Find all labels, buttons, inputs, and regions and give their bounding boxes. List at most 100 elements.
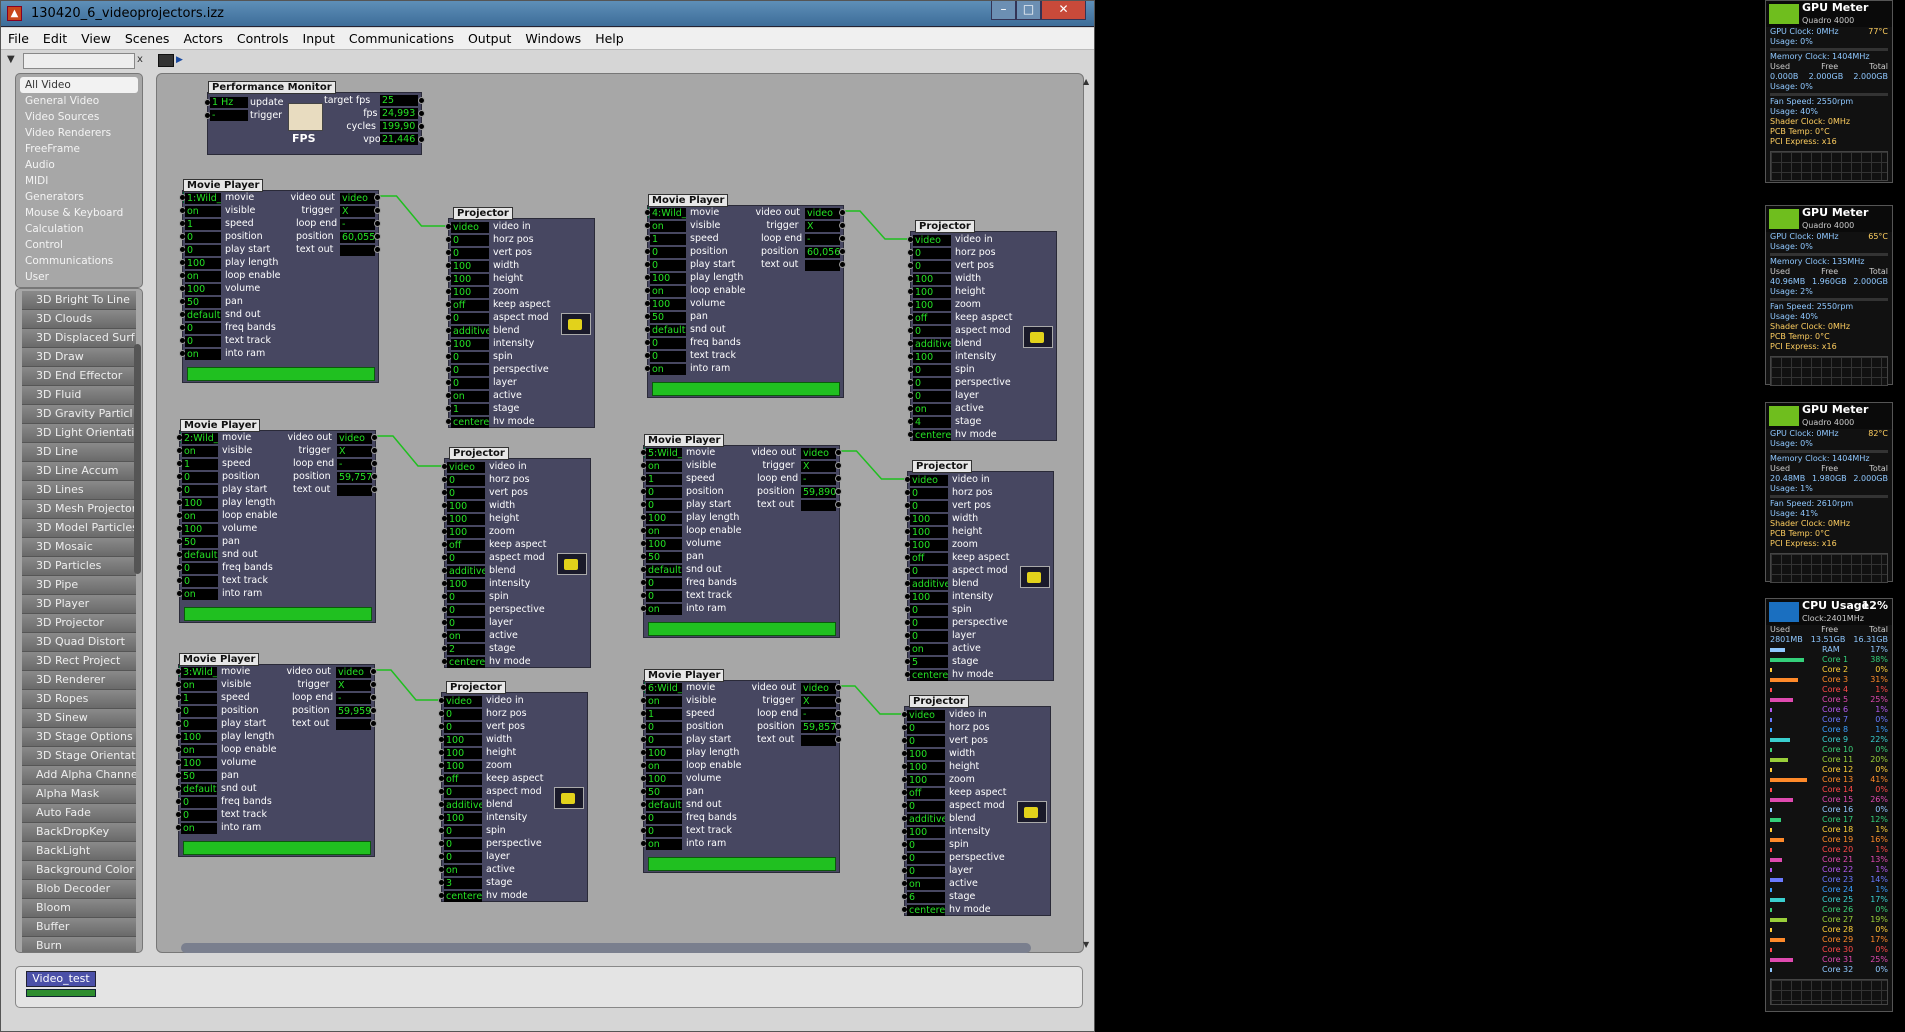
input-value[interactable]: default xyxy=(182,550,218,561)
input-value[interactable]: 5 xyxy=(910,657,948,668)
menu-windows[interactable]: Windows xyxy=(518,28,588,50)
scene-tab[interactable]: Video_test xyxy=(26,971,96,987)
projector-actor[interactable]: Projector video video in 0 horz pos 0 vert pos… xyxy=(904,460,1054,681)
input-value[interactable]: 5:Wild_ xyxy=(646,448,682,459)
play-arrow-icon[interactable]: ▶ xyxy=(176,55,183,65)
actor-list-item[interactable]: BackDropKey xyxy=(22,823,136,842)
actor-list-item[interactable]: 3D Fluid xyxy=(22,386,136,405)
title-bar[interactable]: ▲ 130420_6_videoprojectors.izz – □ ✕ xyxy=(1,1,1094,27)
category-mouse-keyboard[interactable]: Mouse & Keyboard xyxy=(20,205,138,221)
minimize-button[interactable]: – xyxy=(991,1,1016,20)
category-midi[interactable]: MIDI xyxy=(20,173,138,189)
input-value[interactable]: 100 xyxy=(447,514,485,525)
input-value[interactable]: 0 xyxy=(447,475,485,486)
menu-scenes[interactable]: Scenes xyxy=(118,28,177,50)
output-value[interactable] xyxy=(801,735,836,746)
category-video-sources[interactable]: Video Sources xyxy=(20,109,138,125)
input-value[interactable]: on xyxy=(181,680,217,691)
input-value[interactable]: on xyxy=(185,271,221,282)
input-value[interactable]: 100 xyxy=(913,274,951,285)
input-value[interactable]: on xyxy=(907,879,945,890)
output-value[interactable]: X xyxy=(340,206,375,217)
input-value[interactable]: 4:Wild_ xyxy=(650,208,686,219)
output-port[interactable] xyxy=(835,449,842,456)
output-value[interactable]: X xyxy=(805,221,840,232)
input-value[interactable]: video xyxy=(907,710,945,721)
input-value[interactable]: additive xyxy=(444,800,482,811)
actor-list-item[interactable]: 3D Ropes xyxy=(22,690,136,709)
input-value[interactable]: 0 xyxy=(185,323,221,334)
output-port[interactable] xyxy=(370,681,377,688)
output-value[interactable]: video xyxy=(336,667,371,678)
input-value[interactable]: 0 xyxy=(650,260,686,271)
input-value[interactable]: 0 xyxy=(182,485,218,496)
input-value[interactable]: 0 xyxy=(181,719,217,730)
menu-view[interactable]: View xyxy=(74,28,118,50)
input-value[interactable]: 1 xyxy=(646,474,682,485)
input-value[interactable]: additive xyxy=(913,339,951,350)
category-all-video[interactable]: All Video xyxy=(20,77,138,93)
input-value[interactable]: 100 xyxy=(646,513,682,524)
input-value[interactable]: 0 xyxy=(451,365,489,376)
input-value[interactable]: additive xyxy=(910,579,948,590)
input-value[interactable]: 0 xyxy=(447,618,485,629)
input-value[interactable]: 100 xyxy=(182,524,218,535)
output-value[interactable]: X xyxy=(337,446,372,457)
input-value[interactable]: 0 xyxy=(646,722,682,733)
input-value[interactable]: on xyxy=(646,696,682,707)
input-value[interactable]: 0 xyxy=(444,839,482,850)
output-port[interactable] xyxy=(374,246,381,253)
output-value[interactable]: 21,446 xyxy=(380,134,418,145)
input-value[interactable]: 0 xyxy=(907,840,945,851)
input-value[interactable]: 0 xyxy=(650,247,686,258)
output-port[interactable] xyxy=(835,723,842,730)
output-value[interactable] xyxy=(340,245,375,256)
projector-actor[interactable]: Projector video video in 0 horz pos 0 vert pos… xyxy=(441,447,591,668)
input-value[interactable]: 0 xyxy=(182,563,218,574)
input-value[interactable]: 100 xyxy=(444,761,482,772)
menu-file[interactable]: File xyxy=(1,28,36,50)
output-value[interactable] xyxy=(805,260,840,271)
output-port[interactable] xyxy=(835,710,842,717)
vertical-scrollbar[interactable]: ▲ ▼ xyxy=(1081,73,1091,953)
output-value[interactable]: video xyxy=(337,433,372,444)
input-value[interactable]: 0 xyxy=(913,261,951,272)
output-value[interactable] xyxy=(801,500,836,511)
input-value[interactable]: 100 xyxy=(444,748,482,759)
input-value[interactable]: video xyxy=(913,235,951,246)
input-value[interactable]: 6 xyxy=(907,892,945,903)
input-value[interactable]: 100 xyxy=(913,287,951,298)
input-value[interactable]: on xyxy=(650,221,686,232)
category-user[interactable]: User xyxy=(20,269,138,285)
input-value[interactable]: 100 xyxy=(907,827,945,838)
input-value[interactable]: on xyxy=(646,839,682,850)
output-value[interactable]: X xyxy=(336,680,371,691)
input-value[interactable]: 100 xyxy=(646,774,682,785)
input-value[interactable]: 0 xyxy=(451,248,489,259)
output-port[interactable] xyxy=(374,220,381,227)
input-value[interactable]: 0 xyxy=(910,631,948,642)
input-value[interactable]: 50 xyxy=(182,537,218,548)
output-port[interactable] xyxy=(374,194,381,201)
actor-list-item[interactable]: Buffer xyxy=(22,918,136,937)
input-value[interactable]: 0 xyxy=(910,618,948,629)
input-value[interactable]: off xyxy=(910,553,948,564)
input-value[interactable]: centere xyxy=(451,417,489,428)
input-value[interactable]: 0 xyxy=(913,391,951,402)
input-value[interactable]: default xyxy=(646,800,682,811)
input-value[interactable]: 0 xyxy=(444,709,482,720)
actor-list-item[interactable]: Bloom xyxy=(22,899,136,918)
actor-list-item[interactable]: 3D Quad Distort xyxy=(22,633,136,652)
input-value[interactable]: video xyxy=(444,696,482,707)
input-value[interactable]: on xyxy=(913,404,951,415)
input-value[interactable]: centere xyxy=(907,905,945,916)
input-value[interactable]: 0 xyxy=(907,866,945,877)
input-value[interactable]: centere xyxy=(913,430,951,441)
input-value[interactable]: 0 xyxy=(182,472,218,483)
input-value[interactable]: - xyxy=(210,110,248,121)
input-value[interactable]: 0 xyxy=(646,500,682,511)
input-value[interactable]: 0 xyxy=(646,591,682,602)
actor-list-item[interactable]: Auto Fade xyxy=(22,804,136,823)
filter-dropdown-icon[interactable]: ▼ xyxy=(7,54,15,65)
category-general-video[interactable]: General Video xyxy=(20,93,138,109)
